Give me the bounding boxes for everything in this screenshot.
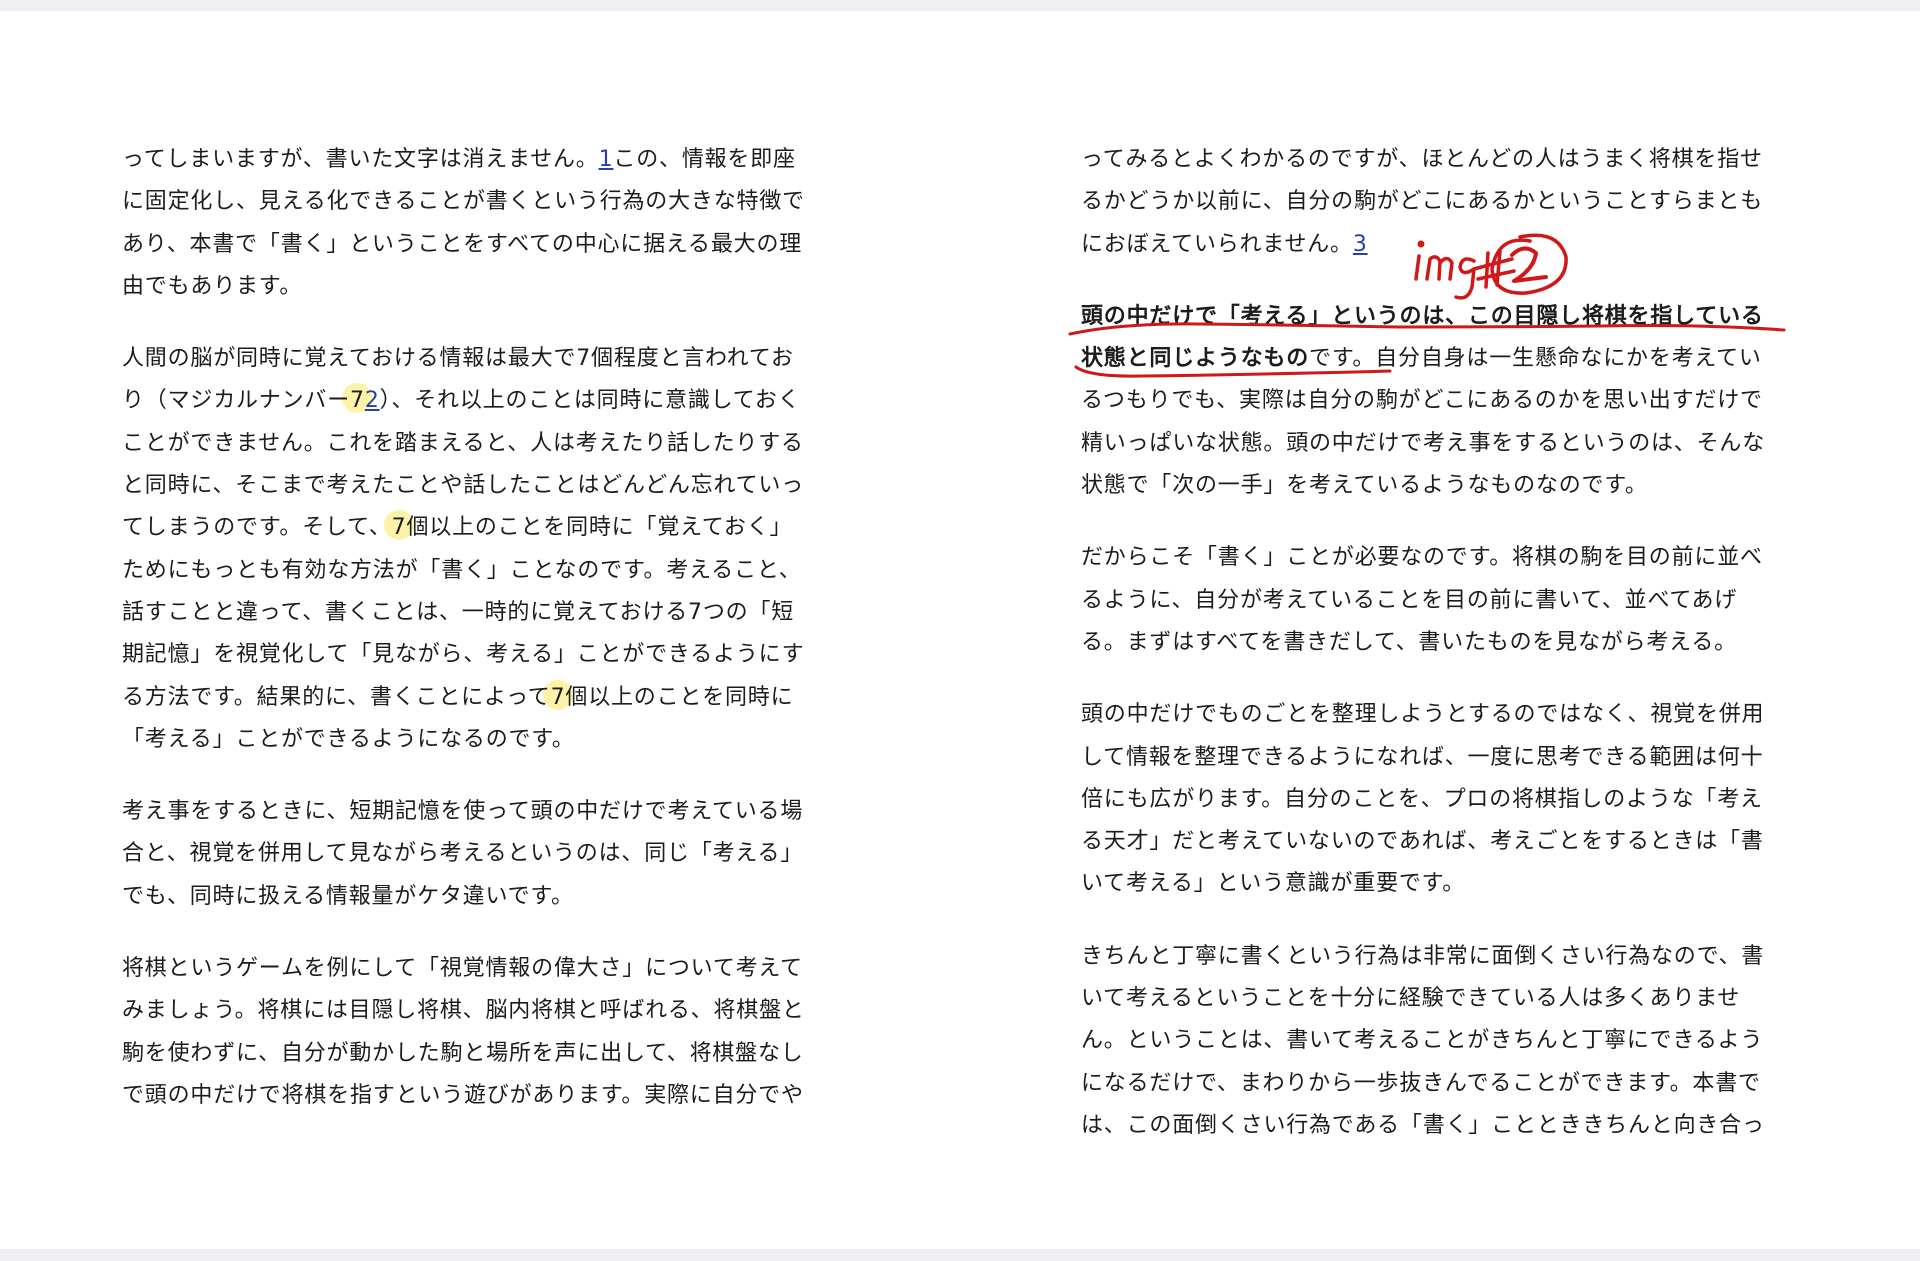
text-line: てしまうのです。そして、7個以上のことを同時に「覚えておく」	[122, 507, 832, 549]
text-line: る。まずはすべてを書きだして、書いたものを見ながら考える。	[1081, 629, 1737, 655]
footnote-link[interactable]: 2	[365, 388, 380, 413]
text-line: は、この面倒くさい行為である「書く」こととききちんと向き合っ	[1081, 1112, 1765, 1138]
text-line: で頭の中だけで将棋を指すという遊びがあります。実際に自分でや	[122, 1082, 804, 1108]
text-line: ん。ということは、書いて考えることがきちんと丁寧にできるよう	[1081, 1028, 1764, 1054]
bold-emphasis: 状態と同じようなもの	[1081, 346, 1310, 372]
text-span: ）、それ以上のことは同時に意識しておく	[379, 388, 801, 414]
text-line: 状態と同じようなものです。自分自身は一生懸命なにかを考えてい	[1081, 338, 1791, 380]
text-line: いて考えるということを十分に経験できている人は多くありませ	[1081, 986, 1741, 1012]
text-line: になるだけで、まわりから一歩抜きんでることができます。本書で	[1081, 1070, 1761, 1096]
paragraph: 将棋というゲームを例にして「視覚情報の偉大さ」について考えて みましょう。将棋に…	[122, 948, 832, 1117]
right-page: ってみるとよくわかるのですが、ほとんどの人はうまく将棋を指せ るかどうか以前に、…	[1081, 139, 1791, 1177]
text-line: 頭の中だけで「考える」というのは、この目隠し将棋を指している	[1081, 296, 1791, 338]
text-line: るつもりでも、実際は自分の駒がどこにあるのかを思い出すだけで	[1081, 388, 1763, 414]
text-line: 人間の脳が同時に覚えておける情報は最大で7個程度と言われてお	[122, 346, 794, 372]
text-line: 駒を使わずに、自分が動かした駒と場所を声に出して、将棋盤なし	[122, 1040, 804, 1066]
text-line: 精いっぱいな状態。頭の中だけで考え事をするというのは、そんな	[1081, 430, 1766, 456]
text-line: して情報を整理できるようになれば、一度に思考できる範囲は何十	[1081, 744, 1764, 770]
bold-emphasis: 頭の中だけで「考える」というのは、この目隠し将棋を指している	[1081, 303, 1764, 329]
paragraph: 頭の中だけで「考える」というのは、この目隠し将棋を指している 状態と同じようなも…	[1081, 296, 1791, 507]
text-line: 将棋というゲームを例にして「視覚情報の偉大さ」について考えて	[122, 956, 803, 982]
text-span: ってしまいますが、書いた文字は消えません。	[122, 147, 599, 172]
text-span: 個以上のことを同時に	[565, 684, 794, 710]
text-line: ってしまいますが、書いた文字は消えません。1この、情報を即座	[122, 139, 832, 181]
text-line: るように、自分が考えていることを目の前に書いて、並べてあげ	[1081, 587, 1738, 613]
text-line: に固定化し、見える化できることが書くという行為の大きな特徴で	[122, 189, 805, 215]
text-span: この、情報を即座	[613, 147, 796, 172]
text-line: きちんと丁寧に書くという行為は非常に面倒くさい行為なので、書	[1081, 943, 1765, 969]
paragraph: 頭の中だけでものごとを整理しようとするのではなく、視覚を併用 して情報を整理でき…	[1081, 694, 1791, 905]
text-line: ためにもっとも有効な方法が「書く」ことなのです。考えること、	[122, 557, 802, 583]
text-line: 状態で「次の一手」を考えているようなものなのです。	[1081, 473, 1648, 499]
text-line: 由でもあります。	[122, 273, 303, 299]
text-span: におぼえていられません。	[1081, 231, 1353, 257]
text-line: 考え事をするときに、短期記憶を使って頭の中だけで考えている場	[122, 799, 804, 825]
text-line: みましょう。将棋には目隠し将棋、脳内将棋と呼ばれる、将棋盤と	[122, 998, 805, 1024]
footnote-link[interactable]: 3	[1353, 232, 1368, 257]
paragraph: 人間の脳が同時に覚えておける情報は最大で7個程度と言われてお り（マジカルナンバ…	[122, 338, 832, 761]
text-line: ことができません。これを踏まえると、人は考えたり話したりする	[122, 430, 804, 456]
left-page: ってしまいますが、書いた文字は消えません。1この、情報を即座 に固定化し、見える…	[122, 139, 832, 1147]
text-line: 期記憶」を視覚化して「見ながら、考える」ことができるようにす	[122, 642, 805, 668]
text-line: る天才」だと考えていないのであれば、考えごとをするときは「書	[1081, 829, 1764, 855]
text-line: る方法です。結果的に、書くことによって7個以上のことを同時に	[122, 677, 832, 719]
text-line: あり、本書で「書く」ということをすべての中心に据える最大の理	[122, 231, 803, 257]
paragraph: だからこそ「書く」ことが必要なのです。将棋の駒を目の前に並べ るように、自分が考…	[1081, 537, 1791, 664]
text-span: り（マジカルナンバー	[122, 388, 351, 414]
text-line: と同時に、そこまで考えたことや話したことはどんどん忘れていっ	[122, 473, 805, 499]
text-span: てしまうのです。そして、	[122, 515, 392, 541]
highlighted-number: 7	[550, 684, 566, 710]
text-line: 合と、視覚を併用して見ながら考えるというのは、同じ「考える」	[122, 841, 804, 867]
text-line: ってみるとよくわかるのですが、ほとんどの人はうまく将棋を指せ	[1081, 147, 1763, 172]
text-line: でも、同時に扱える情報量がケタ違いです。	[122, 883, 574, 909]
text-line: だからこそ「書く」ことが必要なのです。将棋の駒を目の前に並べ	[1081, 545, 1763, 571]
text-line: におぼえていられません。3	[1081, 224, 1791, 266]
book-spread: ってしまいますが、書いた文字は消えません。1この、情報を即座 に固定化し、見える…	[0, 11, 1920, 1249]
text-line: いて考える」という意識が重要です。	[1081, 871, 1466, 897]
text-span: る方法です。結果的に、書くことによって	[122, 684, 551, 710]
text-span: 個以上のことを同時に「覚えておく」	[406, 515, 793, 541]
text-line: るかどうか以前に、自分の駒がどこにあるかということすらまとも	[1081, 189, 1764, 215]
paragraph: きちんと丁寧に書くという行為は非常に面倒くさい行為なので、書 いて考えるというこ…	[1081, 936, 1791, 1147]
paragraph: ってしまいますが、書いた文字は消えません。1この、情報を即座 に固定化し、見える…	[122, 139, 832, 308]
paragraph: ってみるとよくわかるのですが、ほとんどの人はうまく将棋を指せ るかどうか以前に、…	[1081, 139, 1791, 266]
footnote-link[interactable]: 1	[599, 147, 614, 172]
text-span: です。自分自身は一生懸命なにかを考えてい	[1309, 346, 1762, 372]
highlighted-number: 7	[350, 388, 365, 414]
text-line: 倍にも広がります。自分のことを、プロの将棋指しのような「考え	[1081, 786, 1763, 812]
highlighted-number: 7	[391, 515, 407, 541]
text-line: 頭の中だけでものごとを整理しようとするのではなく、視覚を併用	[1081, 702, 1765, 728]
text-line: 話すことと違って、書くことは、一時的に覚えておける7つの「短	[122, 599, 795, 625]
paragraph: 考え事をするときに、短期記憶を使って頭の中だけで考えている場 合と、視覚を併用し…	[122, 791, 832, 918]
text-line: 「考える」ことができるようになるのです。	[122, 726, 575, 752]
text-line: り（マジカルナンバー72）、それ以上のことは同時に意識しておく	[122, 380, 832, 422]
